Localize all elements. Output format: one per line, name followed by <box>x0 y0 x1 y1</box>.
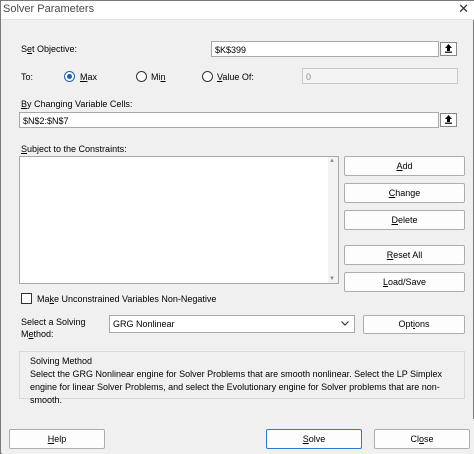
help-button[interactable]: Help <box>9 429 105 449</box>
delete-button[interactable]: Delete <box>344 210 465 230</box>
close-button[interactable]: Close <box>374 429 470 449</box>
set-objective-label: Set Objective: <box>21 44 78 54</box>
title-bar: Solver Parameters ✕ <box>1 1 474 20</box>
max-label: Max <box>80 72 98 82</box>
change-button[interactable]: Change <box>344 183 465 203</box>
non-negative-checkbox[interactable] <box>21 293 32 304</box>
add-button[interactable]: Add <box>344 156 465 176</box>
to-label: To: <box>21 72 34 82</box>
constraints-label: Subject to the Constraints: <box>21 144 127 154</box>
non-negative-label: Make Unconstrained Variables Non-Negativ… <box>37 294 217 304</box>
solving-method-title: Solving Method <box>30 356 93 366</box>
collapse-dialog-icon[interactable] <box>440 42 457 56</box>
solve-button[interactable]: Solve <box>266 429 362 449</box>
max-radio[interactable] <box>64 71 75 82</box>
value-of-input[interactable]: 0 <box>302 68 458 84</box>
options-button[interactable]: Options <box>363 315 465 334</box>
scroll-up-icon[interactable]: ▲ <box>329 158 335 164</box>
constraints-list[interactable]: ▲ ▼ <box>19 156 339 284</box>
value-of-label: Value Of: <box>217 72 254 82</box>
changing-cells-label: By Changing Variable Cells: <box>21 99 133 109</box>
min-radio[interactable] <box>136 71 147 82</box>
constraints-scrollbar[interactable]: ▲ ▼ <box>328 157 338 283</box>
select-method-label-1: Select a Solving <box>21 317 86 327</box>
solver-parameters-dialog: Solver Parameters ✕ Set Objective: $K$39… <box>0 0 474 454</box>
chevron-down-icon[interactable] <box>340 318 350 330</box>
close-icon[interactable]: ✕ <box>458 1 469 17</box>
load-save-button[interactable]: Load/Save <box>344 272 465 292</box>
min-label: Min <box>151 72 166 82</box>
bottom-bar: Help Solve Close <box>2 419 474 454</box>
collapse-dialog-icon[interactable] <box>440 113 457 127</box>
solving-method-group: Solving Method Select the GRG Nonlinear … <box>19 351 465 405</box>
value-of-radio[interactable] <box>202 71 213 82</box>
solving-method-select[interactable]: GRG Nonlinear <box>109 315 355 333</box>
set-objective-input[interactable]: $K$399 <box>211 41 439 57</box>
reset-all-button[interactable]: Reset All <box>344 245 465 265</box>
select-method-label-2: Method: <box>21 329 54 339</box>
solving-method-value: GRG Nonlinear <box>113 319 175 329</box>
solving-method-description: Select the GRG Nonlinear engine for Solv… <box>30 369 443 405</box>
scroll-down-icon[interactable]: ▼ <box>329 276 335 282</box>
window-title: Solver Parameters <box>3 3 95 15</box>
changing-cells-input[interactable]: $N$2:$N$7 <box>19 112 439 128</box>
